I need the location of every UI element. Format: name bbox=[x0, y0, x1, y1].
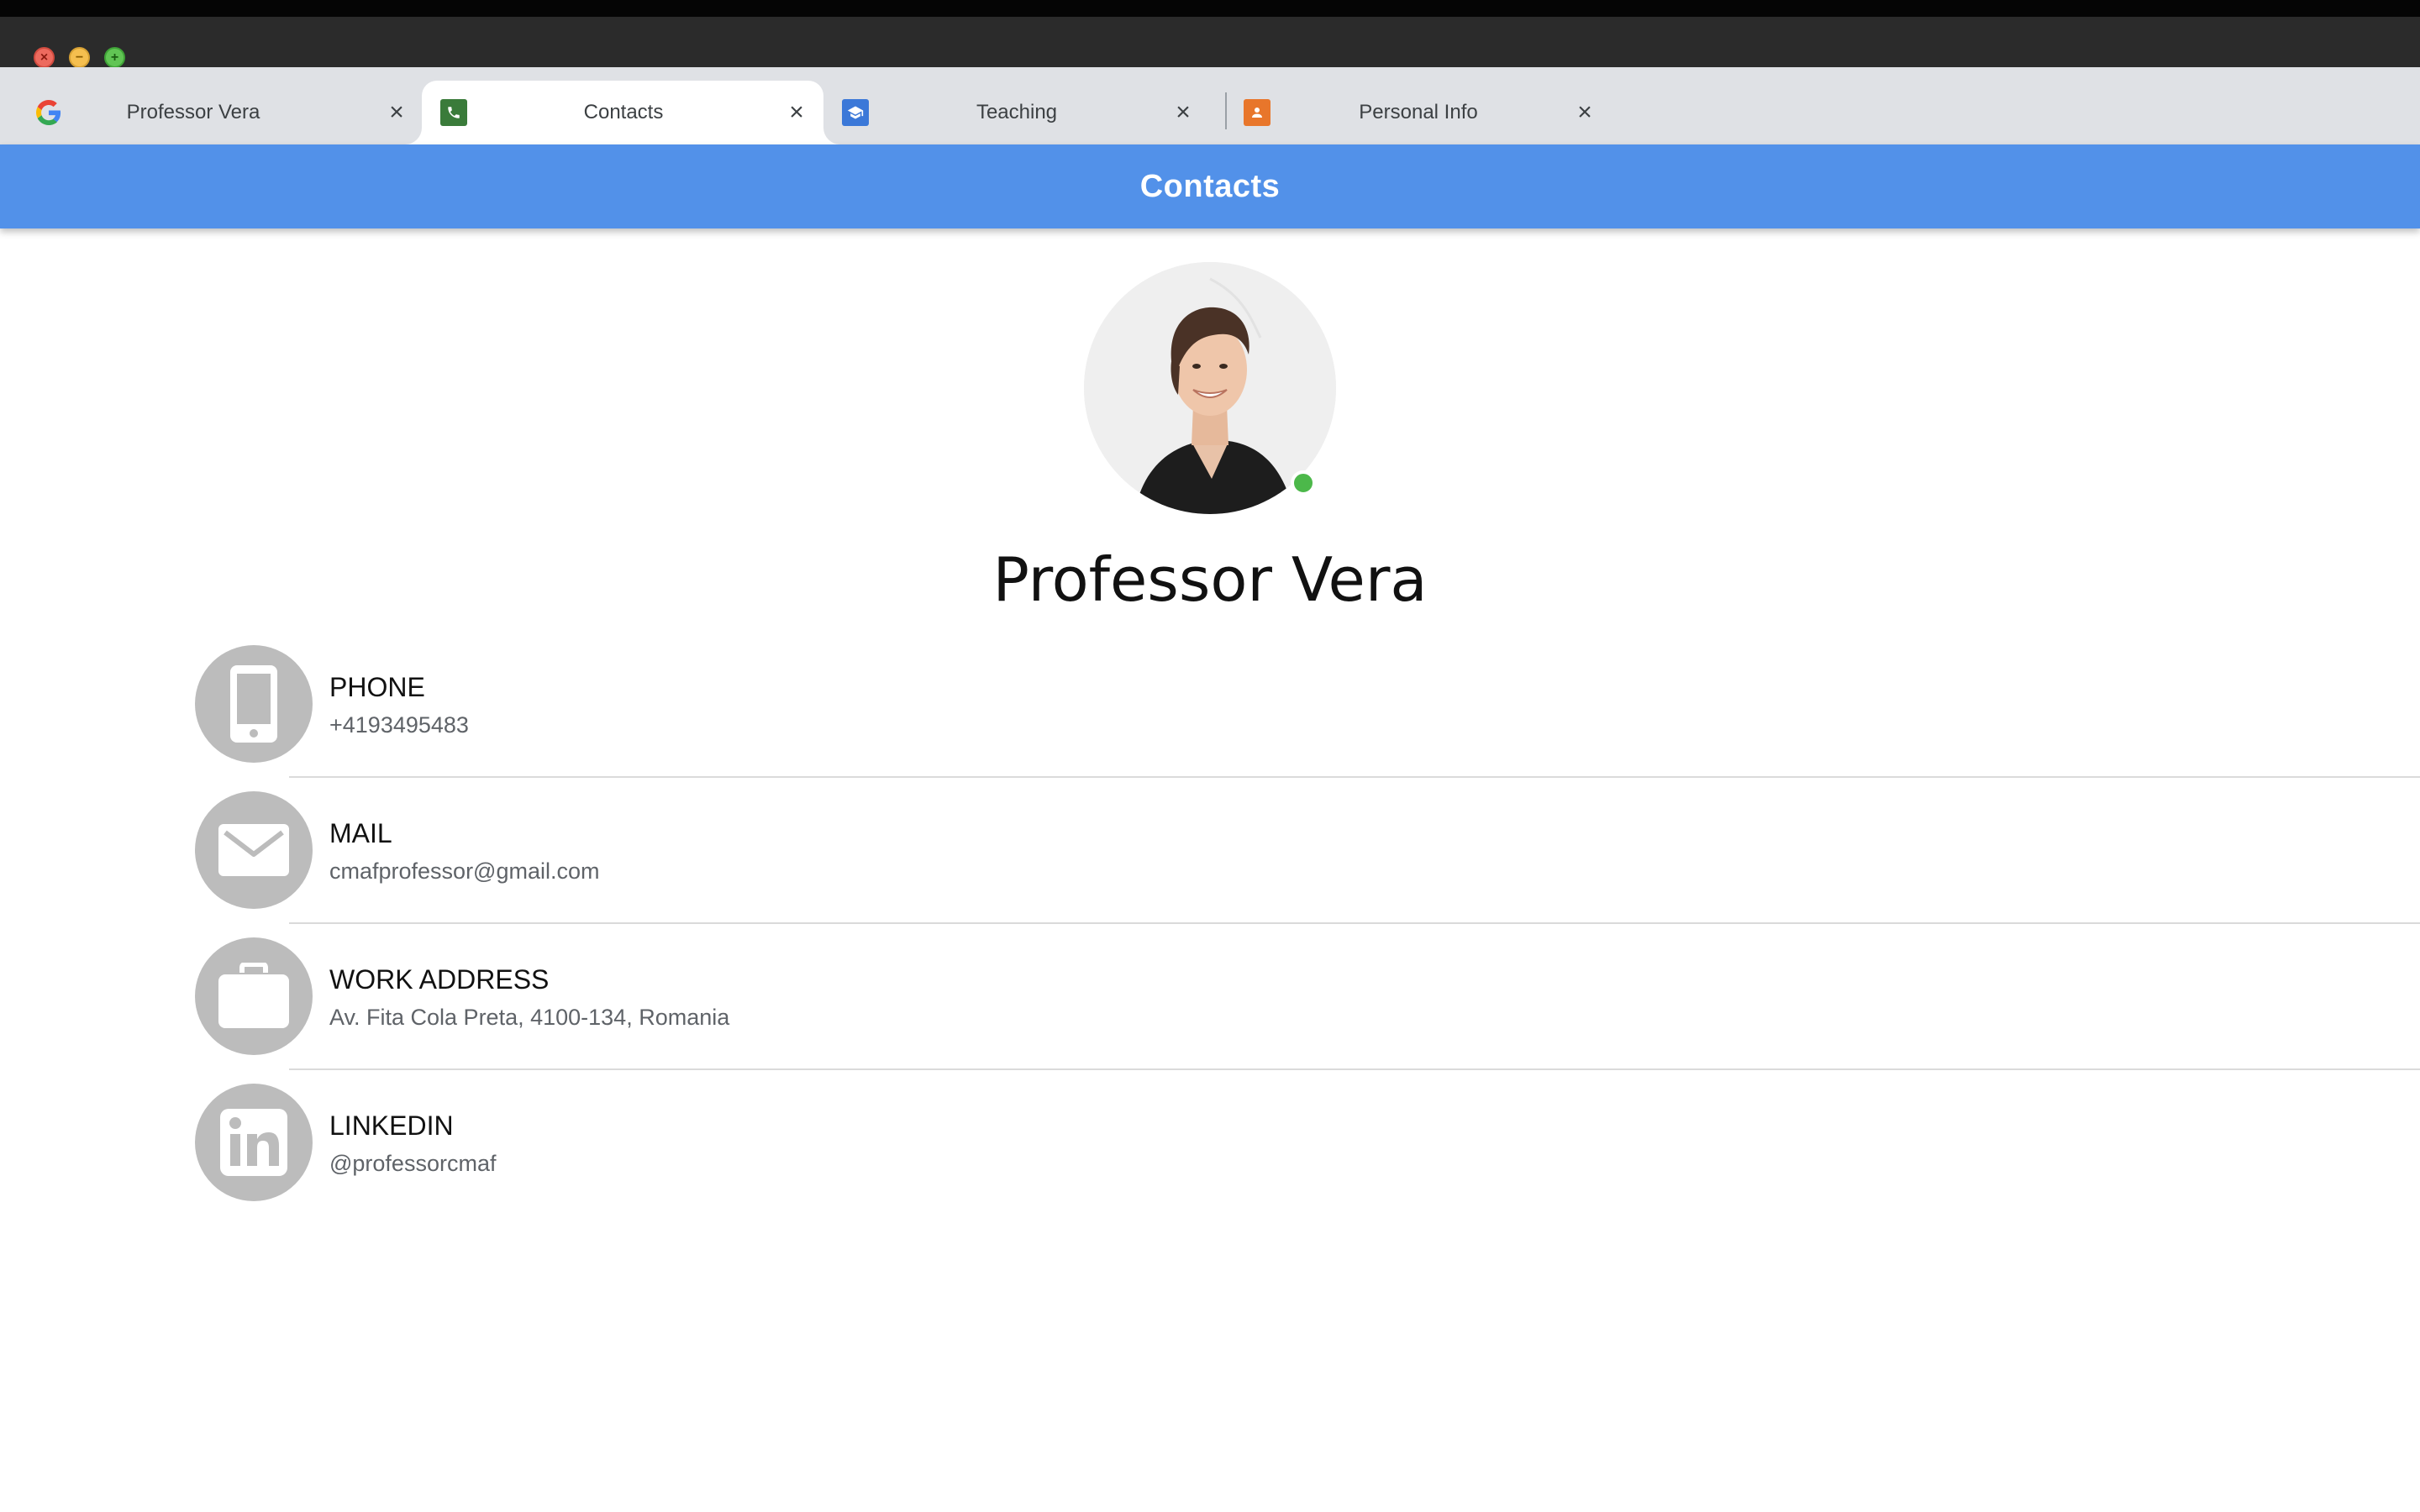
close-x-icon: × bbox=[389, 98, 404, 126]
maximize-icon: + bbox=[110, 50, 119, 65]
envelope-icon bbox=[195, 791, 313, 909]
divider bbox=[289, 922, 2420, 924]
contact-row-work-address[interactable]: WORK ADDRESS Av. Fita Cola Preta, 4100-1… bbox=[0, 937, 2420, 1084]
screen-top-strip bbox=[0, 0, 2420, 17]
contact-row-linkedin[interactable]: LINKEDIN @professorcmaf bbox=[0, 1084, 2420, 1230]
contact-label: WORK ADDRESS bbox=[329, 964, 550, 995]
tab-label: Personal Info bbox=[1359, 101, 1478, 123]
tab-separator bbox=[1225, 92, 1227, 129]
linkedin-icon bbox=[195, 1084, 313, 1201]
tab-close-button[interactable]: × bbox=[1170, 99, 1197, 126]
contact-row-phone[interactable]: PHONE +4193495483 bbox=[0, 645, 2420, 791]
contact-value[interactable]: @professorcmaf bbox=[329, 1151, 496, 1177]
tab-close-button[interactable]: × bbox=[1571, 99, 1598, 126]
contact-value[interactable]: cmafprofessor@gmail.com bbox=[329, 858, 600, 885]
window-close-button[interactable]: × bbox=[34, 47, 55, 68]
google-g-icon bbox=[35, 99, 62, 126]
contact-label: LINKEDIN bbox=[329, 1110, 454, 1141]
tab-label: Contacts bbox=[583, 101, 664, 123]
smartphone-icon bbox=[195, 645, 313, 763]
graduation-cap-icon bbox=[842, 99, 869, 126]
contact-label: PHONE bbox=[329, 672, 425, 702]
divider bbox=[289, 776, 2420, 778]
briefcase-icon bbox=[195, 937, 313, 1055]
tab-professor-vera[interactable]: Professor Vera × bbox=[17, 81, 412, 144]
tab-strip: Professor Vera × Contacts × Teaching × P… bbox=[0, 67, 2420, 144]
close-icon: × bbox=[39, 50, 49, 65]
tab-close-button[interactable]: × bbox=[783, 99, 810, 126]
tab-label: Teaching bbox=[976, 101, 1058, 123]
close-x-icon: × bbox=[789, 98, 804, 126]
tab-contacts[interactable]: Contacts × bbox=[422, 81, 823, 144]
page-title: Contacts bbox=[1139, 168, 1281, 204]
minimize-icon: − bbox=[75, 50, 84, 65]
tab-label: Professor Vera bbox=[126, 101, 260, 123]
divider bbox=[289, 1068, 2420, 1070]
tab-personal-info[interactable]: Personal Info × bbox=[1225, 81, 1620, 144]
phone-favicon-icon bbox=[440, 99, 467, 126]
contact-label: MAIL bbox=[329, 818, 392, 848]
tab-teaching[interactable]: Teaching × bbox=[823, 81, 1218, 144]
contact-value[interactable]: Av. Fita Cola Preta, 4100-134, Romania bbox=[329, 1005, 729, 1031]
close-x-icon: × bbox=[1577, 98, 1592, 126]
window-minimize-button[interactable]: − bbox=[69, 47, 90, 68]
contact-value[interactable]: +4193495483 bbox=[329, 712, 469, 738]
close-x-icon: × bbox=[1176, 98, 1191, 126]
online-status-dot bbox=[1291, 470, 1316, 496]
tab-close-button[interactable]: × bbox=[383, 99, 410, 126]
person-favicon-icon bbox=[1244, 99, 1270, 126]
window-maximize-button[interactable]: + bbox=[104, 47, 125, 68]
window-titlebar: × − + bbox=[0, 17, 2420, 68]
contact-row-mail[interactable]: MAIL cmafprofessor@gmail.com bbox=[0, 791, 2420, 937]
profile-name: Professor Vera bbox=[992, 544, 1428, 615]
app-header: Contacts bbox=[0, 144, 2420, 228]
